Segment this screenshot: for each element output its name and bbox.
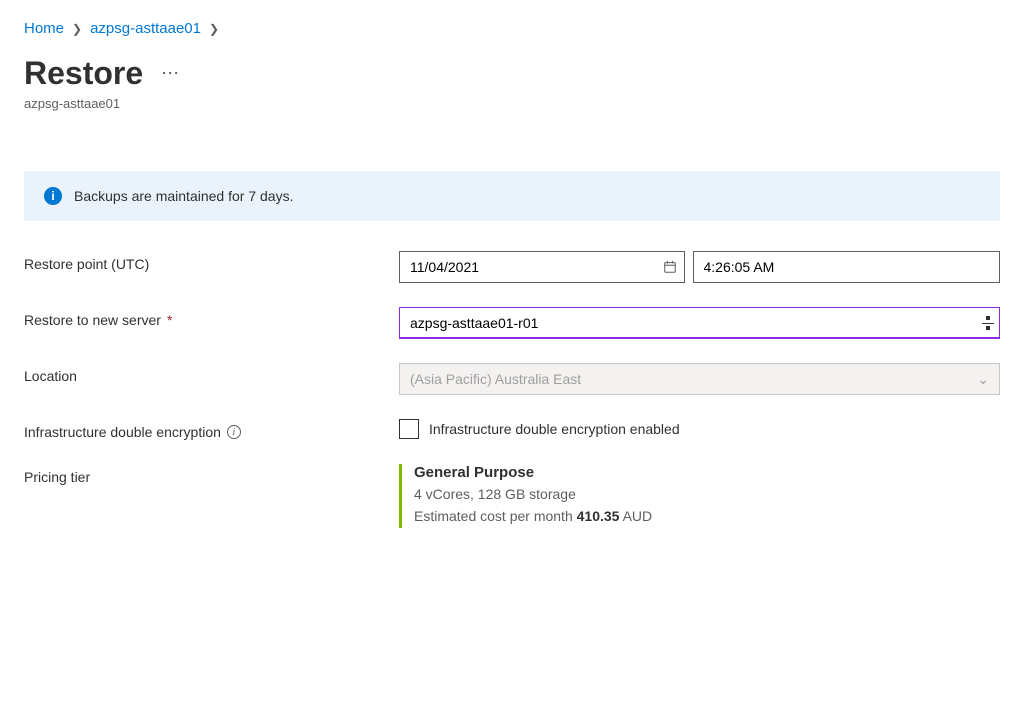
restore-point-row: Restore point (UTC)	[24, 251, 1000, 283]
location-row: Location (Asia Pacific) Australia East ⌄	[24, 363, 1000, 395]
page-title: Restore	[24, 55, 143, 92]
pricing-tier-box: General Purpose 4 vCores, 128 GB storage…	[399, 464, 652, 528]
breadcrumb-resource[interactable]: azpsg-asttaae01	[90, 20, 201, 37]
required-indicator: *	[167, 312, 172, 328]
validation-icon	[986, 316, 990, 330]
info-banner-text: Backups are maintained for 7 days.	[74, 188, 293, 204]
pricing-label: Pricing tier	[24, 464, 399, 485]
encryption-row: Infrastructure double encryption i Infra…	[24, 419, 1000, 440]
chevron-right-icon: ❯	[209, 22, 219, 36]
help-icon[interactable]: i	[227, 425, 241, 439]
new-server-input[interactable]	[399, 307, 1000, 339]
page-subtitle: azpsg-asttaae01	[24, 96, 1000, 111]
pricing-tier-specs: 4 vCores, 128 GB storage	[414, 483, 652, 505]
breadcrumb-home[interactable]: Home	[24, 20, 64, 37]
restore-point-label: Restore point (UTC)	[24, 251, 399, 272]
encryption-checkbox-label: Infrastructure double encryption enabled	[429, 421, 680, 437]
pricing-row: Pricing tier General Purpose 4 vCores, 1…	[24, 464, 1000, 528]
location-value: (Asia Pacific) Australia East	[410, 371, 581, 387]
location-select: (Asia Pacific) Australia East ⌄	[399, 363, 1000, 395]
info-banner: i Backups are maintained for 7 days.	[24, 171, 1000, 221]
chevron-right-icon: ❯	[72, 22, 82, 36]
page-header: Restore ⋯	[24, 55, 1000, 92]
calendar-icon[interactable]	[663, 260, 677, 274]
restore-time-input[interactable]	[693, 251, 1001, 283]
chevron-down-icon: ⌄	[977, 371, 989, 388]
encryption-checkbox[interactable]	[399, 419, 419, 439]
new-server-label: Restore to new server *	[24, 307, 399, 328]
pricing-tier-cost: Estimated cost per month 410.35 AUD	[414, 505, 652, 527]
more-actions-button[interactable]: ⋯	[161, 63, 181, 84]
encryption-label: Infrastructure double encryption i	[24, 419, 399, 440]
location-label: Location	[24, 363, 399, 384]
restore-date-input[interactable]	[399, 251, 685, 283]
new-server-row: Restore to new server *	[24, 307, 1000, 339]
breadcrumb: Home ❯ azpsg-asttaae01 ❯	[24, 20, 1000, 37]
info-icon: i	[44, 187, 62, 205]
pricing-tier-title: General Purpose	[414, 464, 652, 481]
